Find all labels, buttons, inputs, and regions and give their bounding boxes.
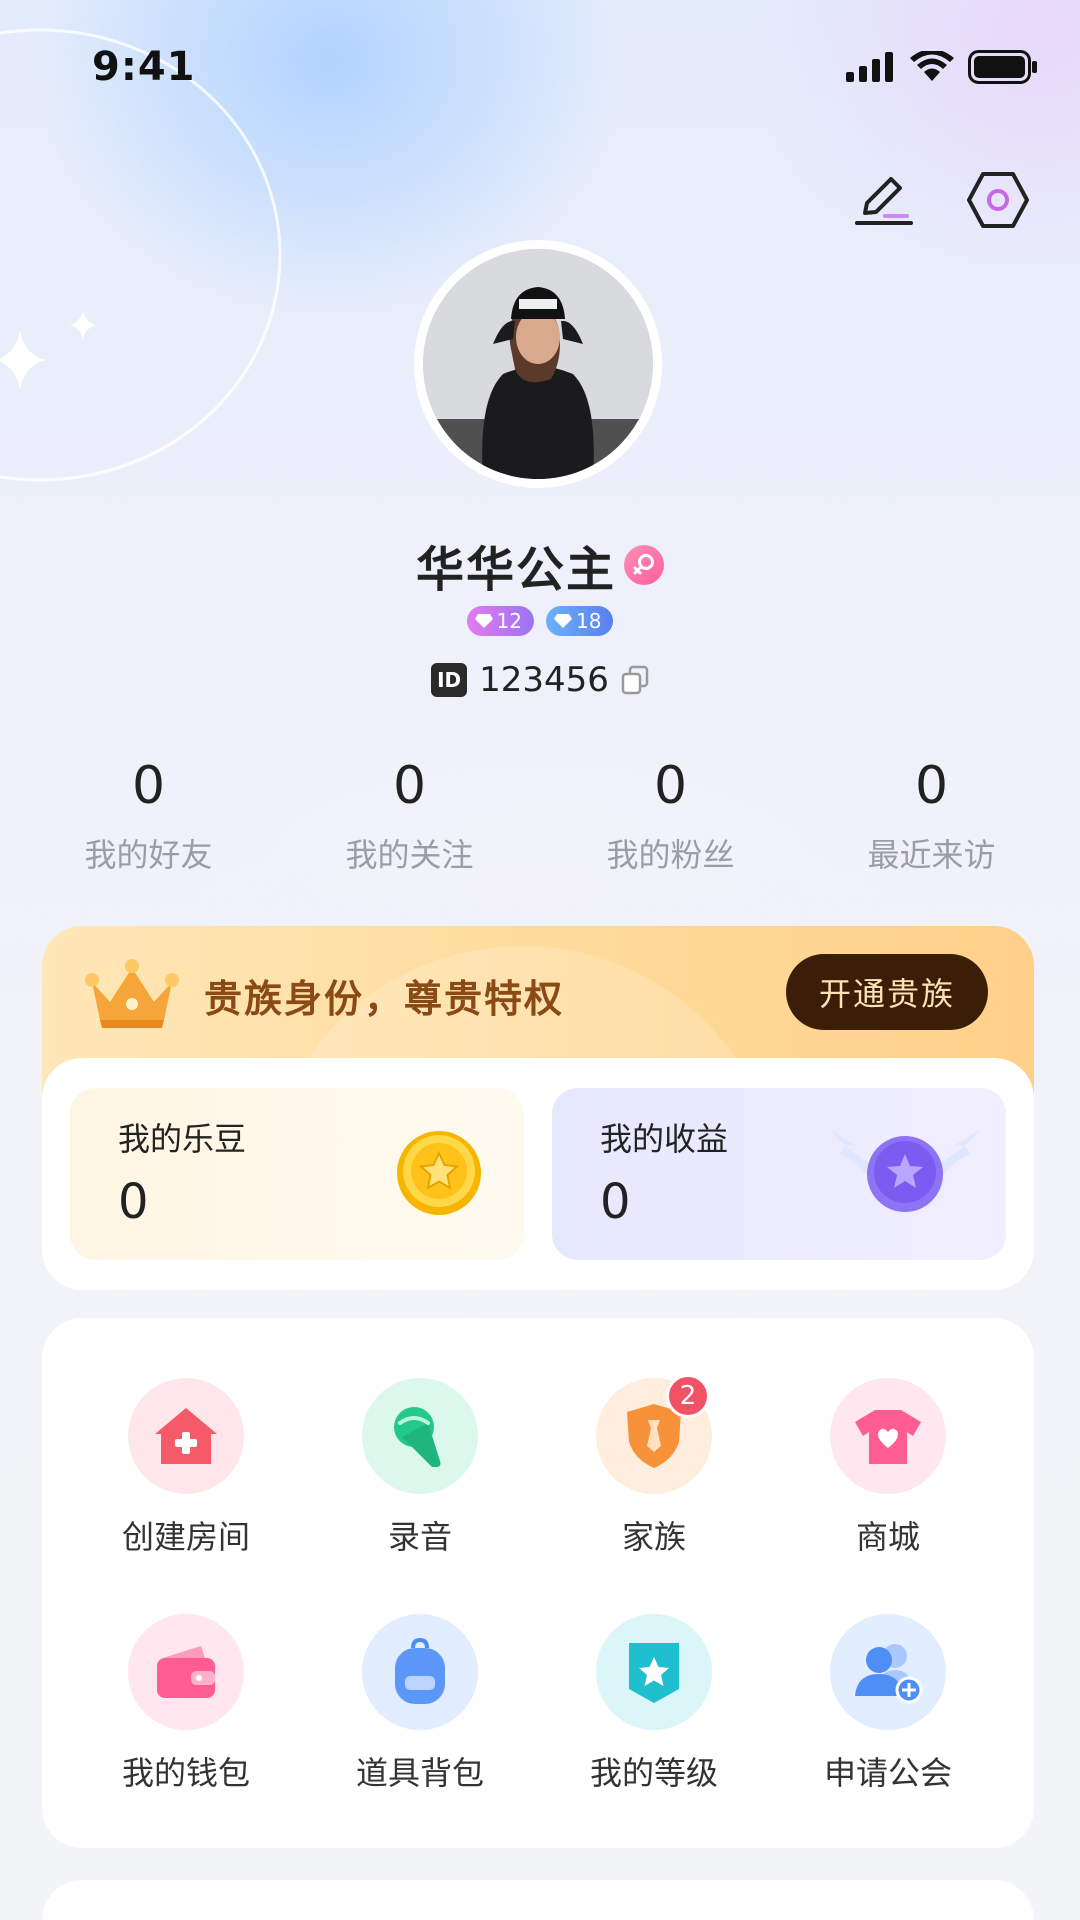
stat-label: 我的粉丝 [606,836,735,874]
gem-icon [554,614,572,628]
wealth-level-badge: 12 [466,606,534,636]
copy-icon[interactable] [621,665,649,695]
stat-following[interactable]: 0 我的关注 [279,756,540,876]
grid-item-family[interactable]: 2 家族 [554,1374,754,1558]
status-bar: 9:41 [0,0,1080,140]
avatar-person-image [423,249,653,479]
my-coins-item[interactable]: 我的乐豆 0 [70,1088,524,1260]
stat-value: 0 [131,756,166,816]
stat-visitors[interactable]: 0 最近来访 [801,756,1062,876]
grid-item-shop[interactable]: 商城 [788,1378,988,1558]
shop-shirt-icon [830,1378,946,1494]
charm-level-badge: 18 [546,606,614,636]
battery-icon [968,50,1037,84]
grid-item-guild[interactable]: 申请公会 [788,1614,988,1794]
settings-button[interactable] [966,168,1030,232]
grid-label: 创建房间 [121,1518,250,1556]
microphone-icon [362,1378,478,1494]
diamond-icon [474,614,493,628]
activate-noble-button[interactable]: 开通贵族 [786,954,988,1030]
grid-item-create-room[interactable]: 创建房间 [86,1378,286,1558]
grid-label: 我的等级 [589,1754,718,1792]
coins-value: 0 [118,1174,149,1230]
function-grid: 创建房间 录音 2 家族 商城 我的钱包 道具背包 我的等级 申请公会 [42,1318,1034,1848]
income-value: 0 [600,1174,631,1230]
wallet-card: 我的乐豆 0 我的收益 0 [42,1058,1034,1290]
avatar[interactable] [414,240,662,488]
coins-label: 我的乐豆 [118,1120,247,1158]
family-notification-badge: 2 [666,1374,710,1418]
avatar-photo [423,249,653,479]
grid-item-wallet[interactable]: 我的钱包 [86,1614,286,1794]
profile-name: 华华公主 [415,542,616,598]
grid-label: 道具背包 [355,1754,484,1792]
grid-item-record[interactable]: 录音 [320,1378,520,1558]
grid-label: 申请公会 [823,1754,952,1792]
status-time: 9:41 [92,44,196,90]
gold-coin-icon [397,1131,481,1215]
status-icons [846,50,1038,84]
level-star-icon [596,1614,712,1730]
female-gender-icon [624,545,664,585]
stat-value: 0 [392,756,427,816]
stat-friends[interactable]: 0 我的好友 [18,756,279,876]
wallet-icon [128,1614,244,1730]
settings-hexagon-icon [967,172,1029,228]
profile-name-row: 华华公主 [0,530,1080,600]
id-tag: ID [431,663,468,697]
bottom-card [42,1880,1034,1920]
wealth-level-value: 12 [496,609,522,633]
top-actions [852,168,1030,232]
noble-slogan: 贵族身份，尊贵特权 [204,977,565,1021]
my-income-item[interactable]: 我的收益 0 [552,1088,1006,1260]
winged-star-medal-icon [830,1129,980,1212]
income-label: 我的收益 [600,1120,729,1158]
cellular-signal-icon [846,52,893,82]
stat-label: 最近来访 [867,836,996,874]
create-room-icon [128,1378,244,1494]
edit-pen-icon [855,177,913,225]
family-badge-icon: 2 [596,1374,712,1494]
grid-label: 商城 [855,1518,920,1556]
guild-add-icon [830,1614,946,1730]
grid-item-level[interactable]: 我的等级 [554,1614,754,1794]
user-id-value: 123456 [479,660,609,700]
user-id-row: ID 123456 [0,660,1080,700]
grid-label: 我的钱包 [121,1754,250,1792]
stat-label: 我的好友 [84,836,213,874]
stat-fans[interactable]: 0 我的粉丝 [540,756,801,876]
level-badges: 12 18 [0,606,1080,636]
backpack-icon [362,1614,478,1730]
stat-label: 我的关注 [345,836,474,874]
grid-item-backpack[interactable]: 道具背包 [320,1614,520,1794]
wifi-icon [910,51,954,81]
crown-icon [85,959,179,1028]
edit-profile-button[interactable] [852,168,916,232]
stat-value: 0 [653,756,688,816]
grid-label: 录音 [387,1518,452,1556]
charm-level-value: 18 [576,609,602,633]
stat-value: 0 [914,756,949,816]
grid-label: 家族 [621,1518,686,1556]
social-stats: 0 我的好友 0 我的关注 0 我的粉丝 0 最近来访 [18,756,1062,876]
